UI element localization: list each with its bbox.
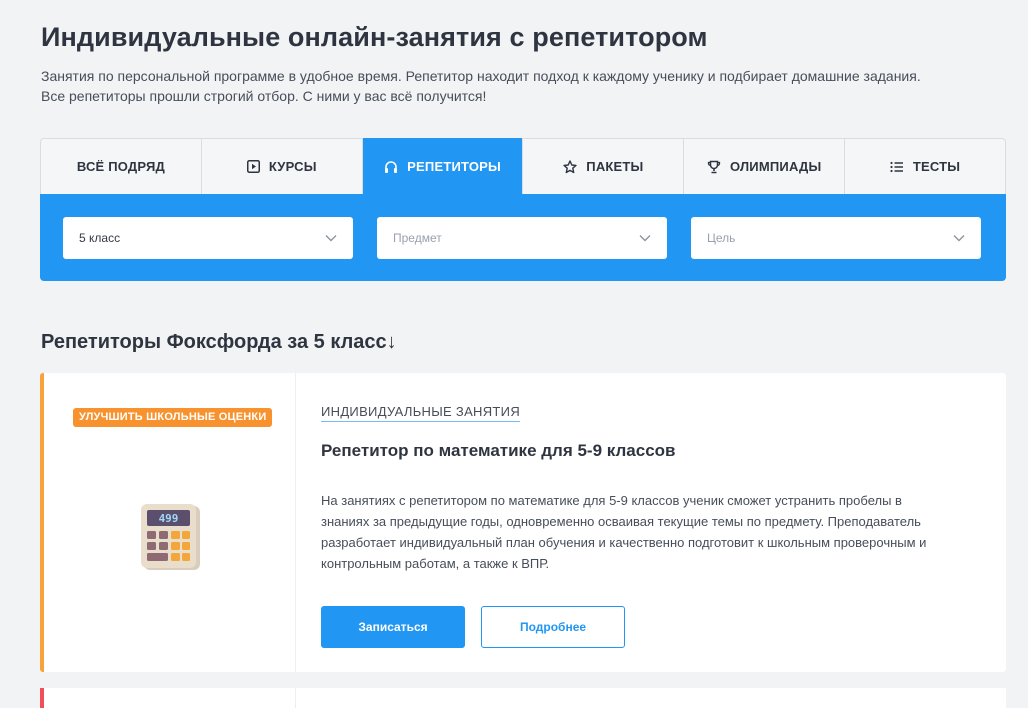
play-icon [246,160,260,173]
card-description: На занятиях с репетитором по математике … [321,490,981,574]
card-image-area: УЛУЧШИТЬ ШКОЛЬНЫЕ ОЦЕНКИ 499 [44,373,296,672]
category-tabs: ВСЁ ПОДРЯД КУРСЫ РЕПЕТИТОРЫ ПАКЕТЫ ОЛИМП… [40,138,1006,195]
star-icon [563,159,577,174]
tab-label: РЕПЕТИТОРЫ [407,159,501,174]
tab-label: ОЛИМПИАДЫ [730,159,822,174]
chevron-down-icon [639,231,651,245]
calculator-icon: 499 [140,504,202,577]
tab-label: ТЕСТЫ [912,159,961,174]
trophy-icon [707,160,721,174]
card-title[interactable]: Репетитор по математике для 5-9 классов [321,441,676,461]
list-icon [890,161,904,173]
grade-select-value: 5 класс [79,231,121,245]
tab-olympiads[interactable]: ОЛИМПИАДЫ [684,139,846,194]
subtitle-line: Все репетиторы прошли строгий отбор. С н… [41,88,487,104]
category-link[interactable]: ИНДИВИДУАЛЬНЫЕ ЗАНЯТИЯ [321,404,521,422]
goal-select-placeholder: Цель [707,231,736,245]
tab-label: КУРСЫ [268,159,317,174]
page-subtitle: Занятия по персональной программе в удоб… [41,66,1011,106]
subject-select-placeholder: Предмет [393,231,442,245]
tab-packages[interactable]: ПАКЕТЫ [523,139,685,194]
section-title: Репетиторы Фоксфорда за 5 класс↓ [41,331,397,353]
description-line: разработает индивидуальный план обучения… [321,535,927,550]
subtitle-line: Занятия по персональной программе в удоб… [41,68,921,84]
grade-select[interactable]: 5 класс [63,217,353,259]
goal-select[interactable]: Цель [691,217,981,259]
tab-all[interactable]: ВСЁ ПОДРЯД [41,139,202,194]
tab-courses[interactable]: КУРСЫ [202,139,363,194]
chevron-down-icon [953,231,965,245]
next-tutor-card [40,688,1006,708]
subject-select[interactable]: Предмет [377,217,667,259]
enroll-button[interactable]: Записаться [321,606,465,648]
tutor-card: УЛУЧШИТЬ ШКОЛЬНЫЕ ОЦЕНКИ 499 ИНДИВИДУАЛЬ… [40,373,1006,672]
filter-bar: 5 класс Предмет Цель [40,194,1006,281]
card-divider [295,688,296,708]
description-line: контрольным работам, а также к ВПР. [321,556,550,571]
description-line: знаниях за предыдущие годы, одновременно… [321,514,921,529]
tab-tests[interactable]: ТЕСТЫ [845,139,1005,194]
headphones-icon [384,160,398,174]
tab-label: ВСЁ ПОДРЯД [76,159,165,174]
details-button[interactable]: Подробнее [481,606,625,648]
page-title: Индивидуальные онлайн-занятия с репетито… [41,22,708,52]
tab-label: ПАКЕТЫ [586,159,644,174]
chevron-down-icon [325,231,337,245]
description-line: На занятиях с репетитором по математике … [321,493,902,508]
tab-tutors[interactable]: РЕПЕТИТОРЫ [362,138,524,195]
goal-badge: УЛУЧШИТЬ ШКОЛЬНЫЕ ОЦЕНКИ [73,408,273,427]
svg-text:499: 499 [159,512,179,525]
